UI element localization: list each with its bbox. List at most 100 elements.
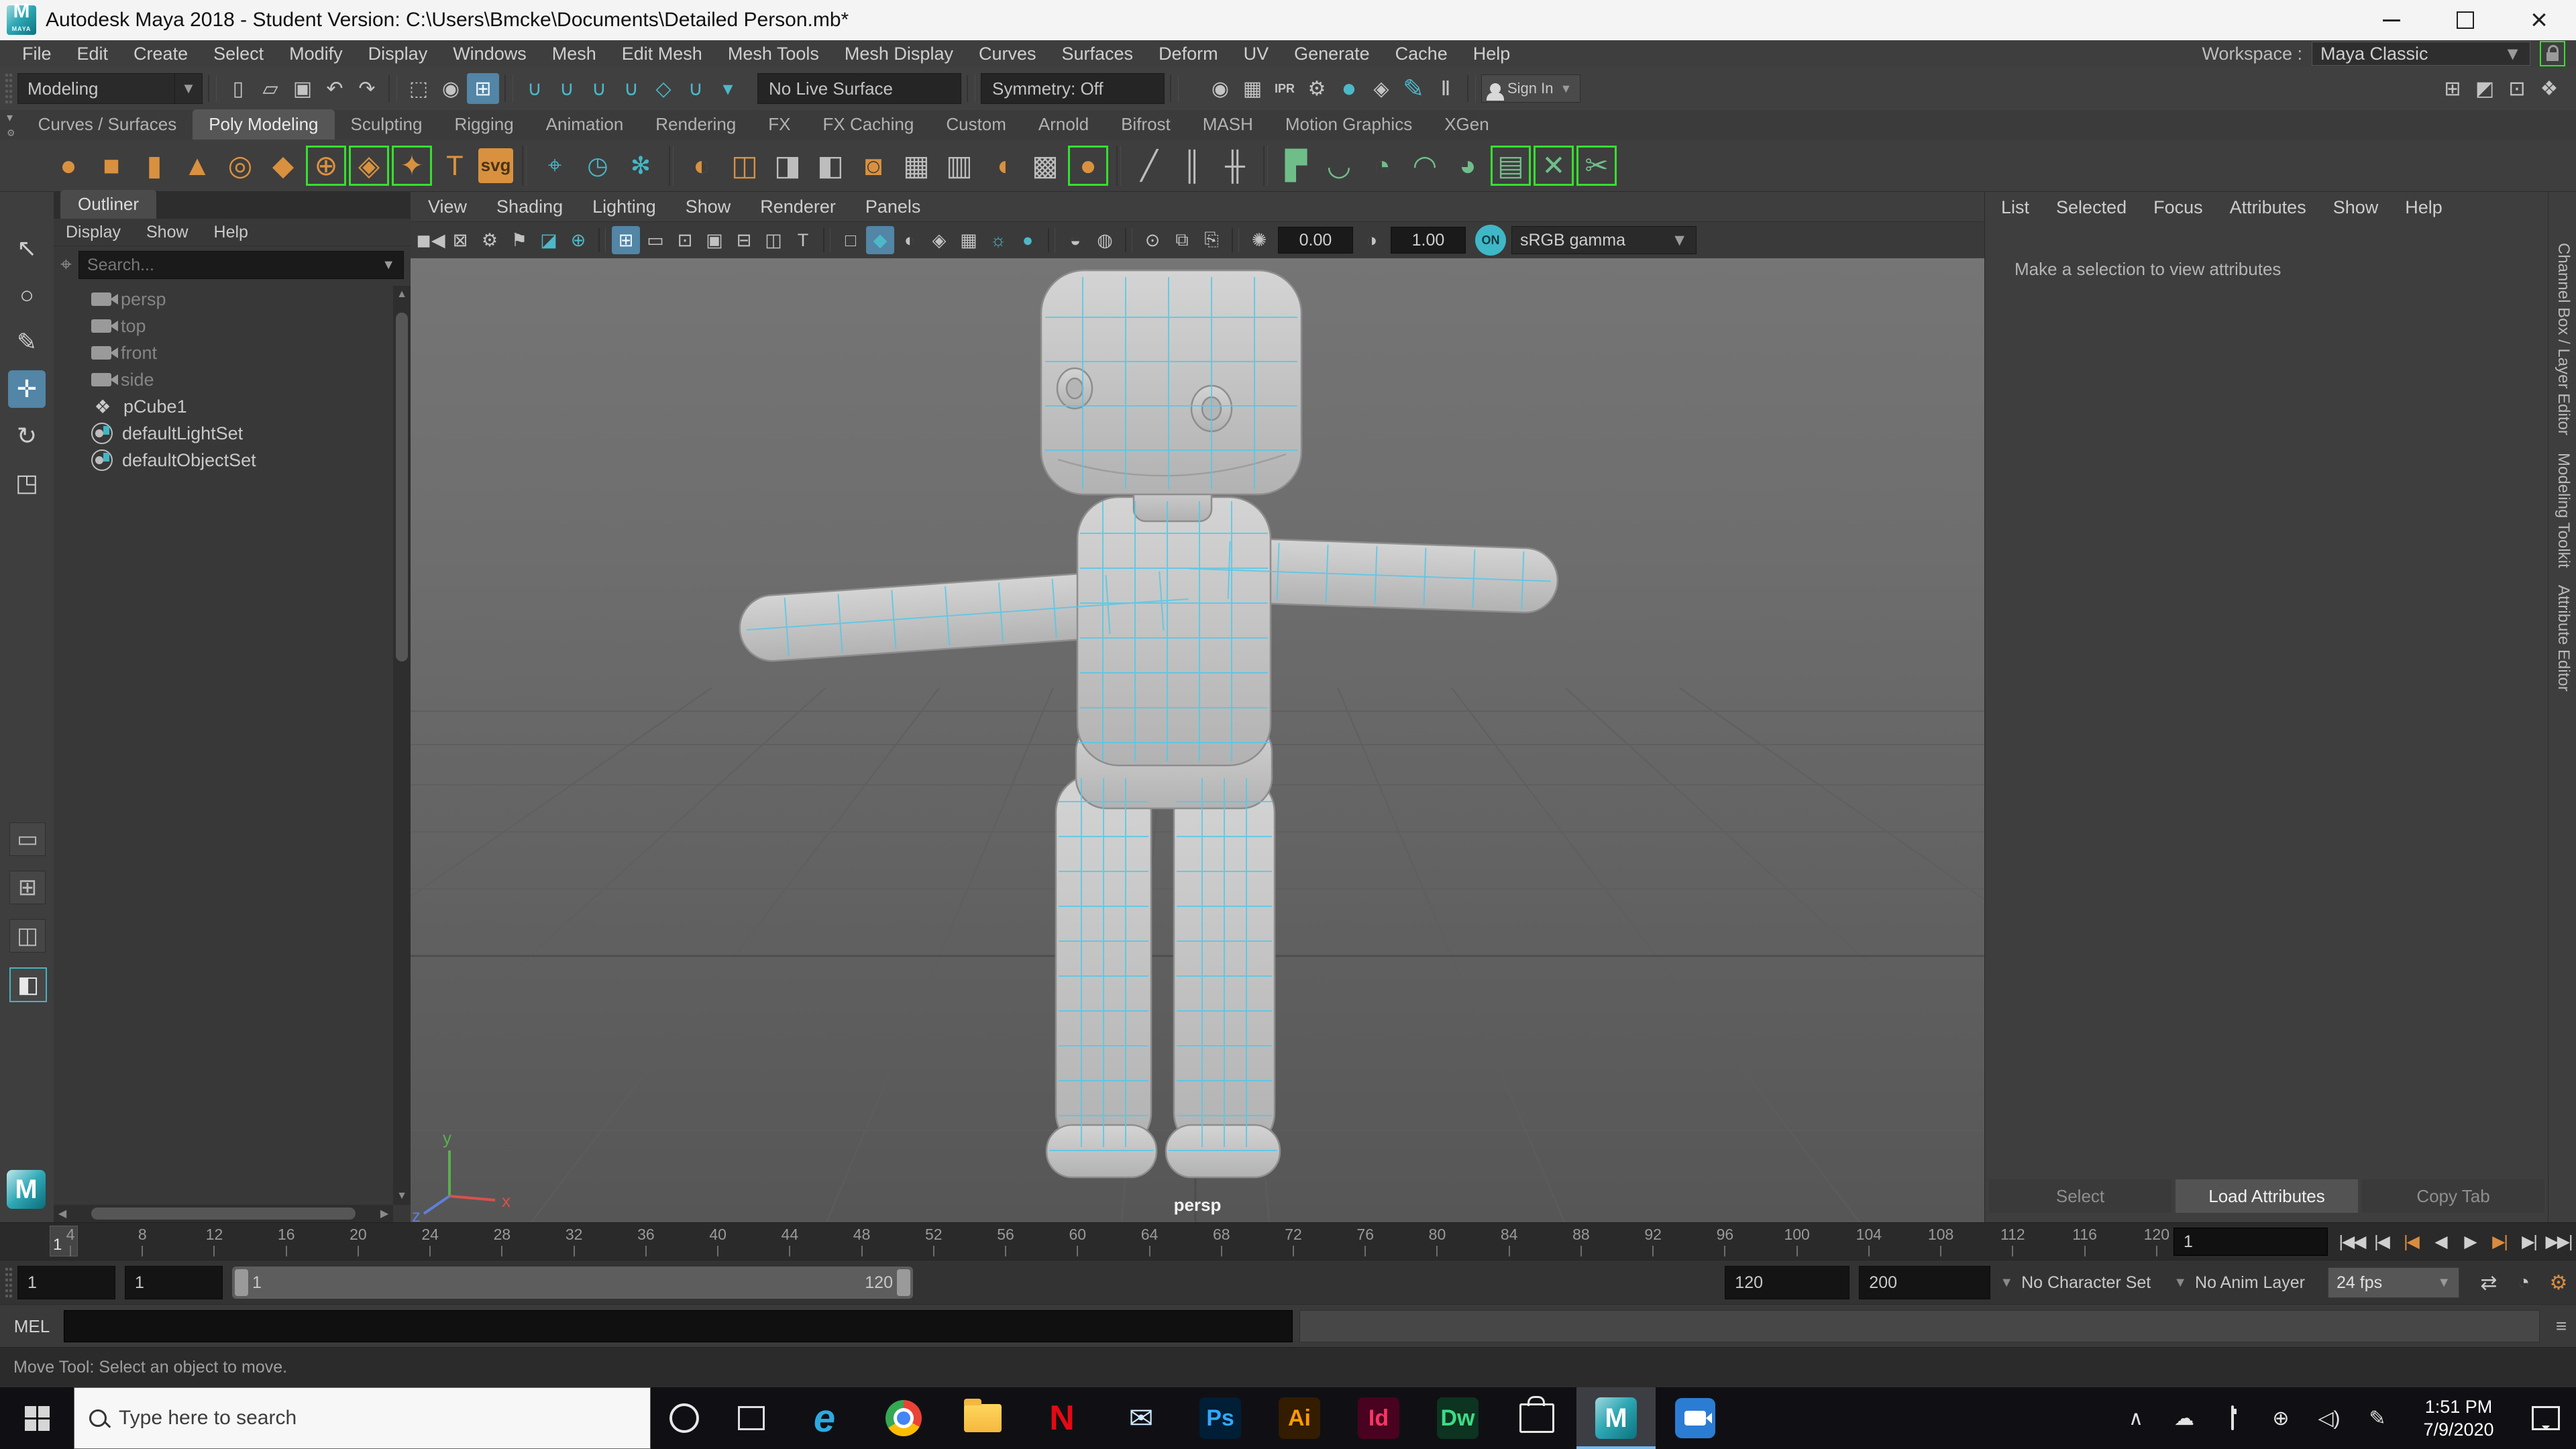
menu-item[interactable]: Curves xyxy=(966,44,1049,64)
sep[interactable] xyxy=(1232,228,1239,252)
open-scene-icon[interactable]: ▱ xyxy=(254,73,286,104)
taskbar-clock[interactable]: 1:51 PM 7/9/2020 xyxy=(2402,1395,2516,1441)
shelf-menu-icon[interactable]: ▾ ⚙ xyxy=(0,110,22,140)
drag-handle[interactable] xyxy=(3,1268,15,1297)
shelf-separator[interactable] xyxy=(669,145,674,186)
poly-cone-icon[interactable]: ▲ xyxy=(178,146,217,185)
target-camera-icon[interactable]: ◼◀ xyxy=(416,226,445,254)
shelf-tab[interactable]: MASH xyxy=(1187,109,1269,140)
wireframe-on-shaded-icon[interactable]: ▦ xyxy=(955,226,983,254)
volume-icon[interactable]: ◁) xyxy=(2305,1407,2353,1430)
menu-item[interactable]: Modify xyxy=(276,44,356,64)
menu-item[interactable]: Help xyxy=(1460,44,1523,64)
workspace-dropdown[interactable]: Maya Classic ▼ xyxy=(2312,42,2530,66)
safe-action-icon[interactable]: ◫ xyxy=(759,226,788,254)
viewport-menu-item[interactable]: Lighting xyxy=(592,197,656,217)
command-language-toggle[interactable]: MEL xyxy=(0,1316,64,1337)
script-editor-icon[interactable]: ≡ xyxy=(2546,1316,2576,1337)
attribute-editor-button[interactable]: Copy Tab xyxy=(2362,1179,2544,1213)
shelf-tab[interactable]: Bifrost xyxy=(1105,109,1187,140)
onedrive-icon[interactable]: ☁ xyxy=(2160,1407,2208,1430)
outliner-menu-item[interactable]: Help xyxy=(214,223,248,242)
svg-tool-icon[interactable]: svg xyxy=(478,148,513,183)
default-lighting-icon[interactable]: ☼ xyxy=(984,226,1012,254)
extract-icon[interactable]: ◧ xyxy=(811,146,850,185)
image-plane-icon[interactable]: ◪ xyxy=(535,226,563,254)
menu-item[interactable]: Edit Mesh xyxy=(609,44,715,64)
paste-view-icon[interactable]: ⎘ xyxy=(1197,226,1226,254)
snap-to-grid-icon[interactable]: ∪ xyxy=(519,73,551,104)
play-forwards-button[interactable]: ▶ xyxy=(2455,1232,2485,1252)
app-chrome[interactable] xyxy=(864,1387,943,1449)
scrollbar-thumb[interactable] xyxy=(91,1208,356,1220)
smooth-shade-icon[interactable]: ◆ xyxy=(866,226,894,254)
shelf-tab[interactable]: Custom xyxy=(930,109,1022,140)
two-pane-layout-button[interactable]: ◫ xyxy=(9,919,46,953)
grab-icon[interactable]: ◕ xyxy=(1448,146,1487,185)
safe-title-icon[interactable]: T xyxy=(789,226,817,254)
playback-start-field[interactable]: 1 xyxy=(125,1266,223,1299)
attribute-editor-button[interactable]: Load Attributes xyxy=(2176,1179,2358,1213)
outliner-item[interactable]: side xyxy=(54,366,393,393)
attribute-editor-menu-item[interactable]: Attributes xyxy=(2230,197,2306,218)
quad-draw-icon[interactable]: ▛ xyxy=(1277,146,1316,185)
symmetry-field[interactable]: Symmetry: Off xyxy=(981,73,1165,104)
menu-item[interactable]: Generate xyxy=(1281,44,1383,64)
outliner-item[interactable]: persp xyxy=(54,286,393,313)
persp-view-canvas[interactable]: y x z persp xyxy=(411,258,1984,1222)
outliner-item[interactable]: defaultObjectSet xyxy=(54,447,393,474)
sep[interactable] xyxy=(598,228,606,252)
scroll-up-icon[interactable]: ▲ xyxy=(393,286,411,303)
outliner-horizontal-scrollbar[interactable]: ◀ ▶ xyxy=(54,1205,393,1222)
menu-item[interactable]: UV xyxy=(1231,44,1282,64)
resolution-gate-icon[interactable]: ⊡ xyxy=(671,226,699,254)
snap-to-origin-icon[interactable]: ✻ xyxy=(621,146,660,185)
sidebar-tab[interactable]: Attribute Editor xyxy=(2554,585,2573,692)
wireframe-icon[interactable]: □ xyxy=(837,226,865,254)
relax-icon[interactable]: ◠ xyxy=(1405,146,1444,185)
animation-preferences-icon[interactable]: ⚙ xyxy=(2541,1271,2576,1295)
shelf-tab[interactable]: FX Caching xyxy=(807,109,930,140)
half-shade-icon[interactable]: ◐ xyxy=(896,226,924,254)
animation-end-field[interactable]: 200 xyxy=(1859,1266,1991,1299)
sign-in-button[interactable]: Sign In ▼ xyxy=(1481,74,1581,103)
lock-camera-icon[interactable]: ⊠ xyxy=(446,226,474,254)
lasso-tool-icon[interactable]: ○ xyxy=(8,276,46,314)
remesh-icon[interactable]: ▩ xyxy=(1026,146,1065,185)
menu-item[interactable]: File xyxy=(9,44,64,64)
start-button[interactable] xyxy=(0,1387,74,1449)
outliner-item[interactable]: top xyxy=(54,313,393,339)
app-dreamweaver[interactable]: Dw xyxy=(1418,1387,1497,1449)
auto-key-icon[interactable]: ◔ xyxy=(2506,1271,2541,1294)
redo-icon[interactable]: ↷ xyxy=(351,73,383,104)
viewport-menu-item[interactable]: View xyxy=(428,197,467,217)
light-editor-icon[interactable]: ◈ xyxy=(1365,73,1397,104)
select-by-hierarchy-icon[interactable]: ⬚ xyxy=(402,73,435,104)
playback-range-bar[interactable]: 1 120 xyxy=(232,1267,913,1299)
time-slider[interactable]: 1 4 8 12 16 20 24 28 32 36 40 44 48 52 56 60 64 68 72 76 80… xyxy=(0,1222,2576,1260)
copy-view-icon[interactable]: ⧉ xyxy=(1168,226,1196,254)
toggle-attribute-editor-icon[interactable]: ❖ xyxy=(2533,73,2565,104)
rotate-tool-icon[interactable]: ↻ xyxy=(8,417,46,455)
render-current-frame-icon[interactable]: ▦ xyxy=(1236,73,1269,104)
app-edge[interactable]: e xyxy=(785,1387,864,1449)
play-backwards-button[interactable]: ◀ xyxy=(2426,1232,2455,1252)
menu-item[interactable]: Deform xyxy=(1146,44,1231,64)
snap-to-point-icon[interactable]: ∪ xyxy=(583,73,615,104)
toggle-tool-settings-icon[interactable]: ⊡ xyxy=(2501,73,2533,104)
poly-cube-icon[interactable]: ■ xyxy=(92,146,131,185)
go-to-end-button[interactable]: ▶▶| xyxy=(2544,1232,2573,1252)
sculpt-falloff-icon[interactable]: ◔ xyxy=(1362,146,1401,185)
current-frame-field[interactable]: 1 xyxy=(2174,1228,2328,1256)
scale-tool-icon[interactable]: ◳ xyxy=(8,464,46,502)
pause-icon[interactable]: Ⅱ xyxy=(1430,73,1462,104)
app-store[interactable] xyxy=(1497,1387,1576,1449)
textured-icon[interactable]: ◈ xyxy=(925,226,953,254)
app-camera[interactable] xyxy=(1656,1387,1735,1449)
step-forward-key-button[interactable]: ▶| xyxy=(2485,1232,2514,1252)
shelf-separator[interactable] xyxy=(1263,145,1268,186)
viewport-menu-item[interactable]: Renderer xyxy=(760,197,836,217)
animation-start-field[interactable]: 1 xyxy=(17,1266,115,1299)
offset-edge-loop-icon[interactable]: ╫ xyxy=(1216,146,1254,185)
outliner-item[interactable]: front xyxy=(54,339,393,366)
